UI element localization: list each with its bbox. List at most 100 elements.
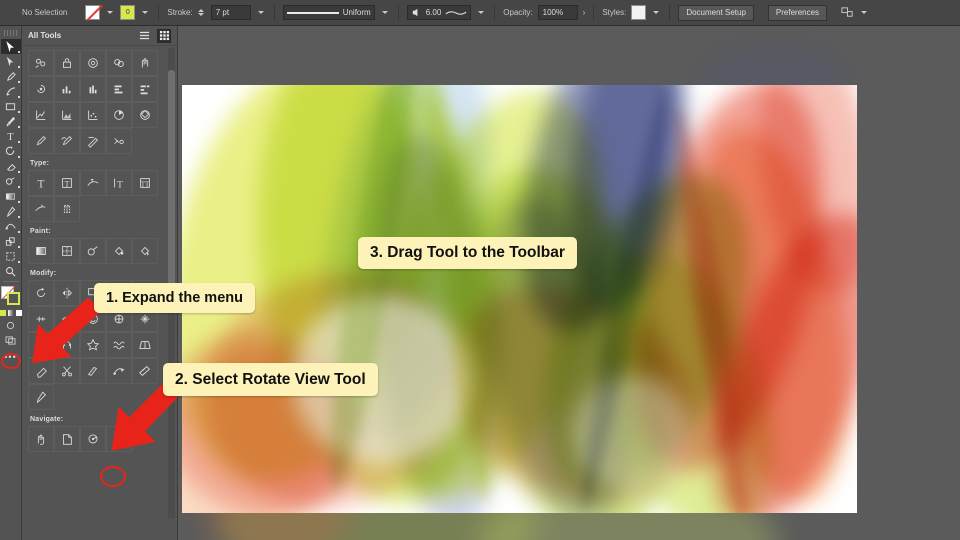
- join-tool[interactable]: [106, 128, 132, 154]
- stroke-weight-caret[interactable]: [257, 11, 264, 14]
- svg-text:T: T: [65, 206, 70, 214]
- stroke-profile-caret[interactable]: [381, 11, 388, 14]
- live-paint-selection-tool[interactable]: [132, 238, 158, 264]
- scrollbar-thumb[interactable]: [168, 70, 175, 300]
- selection-status: No Selection: [22, 8, 68, 17]
- opacity-label: Opacity:: [503, 8, 533, 17]
- preferences-button[interactable]: Preferences: [767, 4, 828, 21]
- stroke-swatch[interactable]: 0: [120, 5, 136, 20]
- zoom-tool[interactable]: [1, 264, 21, 279]
- graph-tool-2[interactable]: [54, 50, 80, 76]
- paintbrush-tool[interactable]: [1, 114, 21, 129]
- stacked-column-graph-tool[interactable]: [80, 76, 106, 102]
- graphic-style-swatch[interactable]: [631, 5, 647, 20]
- graph-tool-3[interactable]: [80, 50, 106, 76]
- all-tools-panel-header: All Tools: [22, 26, 177, 46]
- stroke-weight-field[interactable]: 7 pt: [210, 5, 251, 20]
- grid-view-icon[interactable]: [157, 28, 171, 43]
- gradient-button[interactable]: [7, 310, 14, 316]
- blend-tool[interactable]: [1, 219, 21, 234]
- fill-stroke-swatches[interactable]: [0, 286, 21, 306]
- graph-tool-1[interactable]: [28, 50, 54, 76]
- brush-size-label: 6.00: [425, 8, 442, 17]
- type-tool[interactable]: T: [1, 129, 21, 144]
- smooth-tool[interactable]: [54, 128, 80, 154]
- arrange-caret[interactable]: [861, 11, 868, 14]
- hand-tool[interactable]: [28, 426, 54, 452]
- mesh-tool[interactable]: [54, 238, 80, 264]
- type-on-path-tool[interactable]: [80, 170, 106, 196]
- direct-selection-tool[interactable]: [1, 54, 21, 69]
- bar-graph-tool[interactable]: [106, 76, 132, 102]
- arrange-documents-icon[interactable]: [841, 6, 854, 19]
- brush-definition-combo[interactable]: 6.00: [406, 5, 472, 20]
- rectangle-tool[interactable]: [1, 99, 21, 114]
- live-paint-bucket-tool[interactable]: [106, 238, 132, 264]
- normal-screen-mode-icon[interactable]: [1, 318, 21, 333]
- shape-builder-tool[interactable]: [80, 238, 106, 264]
- color-button[interactable]: [0, 310, 6, 316]
- symbol-sprayer-tool[interactable]: [1, 234, 21, 249]
- stroke-weight-stepper[interactable]: [197, 9, 204, 16]
- color-mode-buttons[interactable]: [0, 310, 22, 316]
- stacked-bar-graph-tool[interactable]: [132, 76, 158, 102]
- print-tiling-tool[interactable]: [54, 426, 80, 452]
- eyedropper-tool[interactable]: [1, 204, 21, 219]
- section-label-type: Type:: [30, 160, 50, 167]
- eyedropper-tool[interactable]: [28, 384, 54, 410]
- tool-group-graphs: [28, 50, 171, 154]
- tool-cell-empty: [132, 196, 158, 222]
- screen-mode-icon[interactable]: [1, 333, 21, 348]
- pie-graph-tool[interactable]: [106, 102, 132, 128]
- area-graph-tool[interactable]: [54, 102, 80, 128]
- touch-type-tool[interactable]: T: [54, 196, 80, 222]
- graph-tool-4[interactable]: [106, 50, 132, 76]
- stroke-profile-combo[interactable]: Uniform: [282, 5, 375, 20]
- fill-swatch[interactable]: [85, 5, 101, 20]
- perspective-grid-tool[interactable]: [132, 332, 158, 358]
- shape-builder-tool[interactable]: [1, 174, 21, 189]
- eraser-tool[interactable]: [1, 159, 21, 174]
- opacity-more[interactable]: ›: [583, 8, 586, 17]
- tool-group-paint: [28, 238, 171, 264]
- line-graph-tool[interactable]: [28, 102, 54, 128]
- pencil-tool[interactable]: [28, 128, 54, 154]
- type-tool[interactable]: T: [28, 170, 54, 196]
- document-setup-button[interactable]: Document Setup: [678, 4, 754, 21]
- stroke-dropdown-caret[interactable]: [142, 11, 149, 14]
- brush-caret[interactable]: [478, 11, 485, 14]
- gradient-tool[interactable]: [28, 238, 54, 264]
- radar-graph-tool[interactable]: [132, 102, 158, 128]
- artboard-tool[interactable]: [1, 249, 21, 264]
- selection-tool[interactable]: [0, 39, 21, 54]
- graph-tool-6[interactable]: [28, 76, 54, 102]
- vertical-type-tool[interactable]: T: [106, 170, 132, 196]
- vertical-type-on-path-tool[interactable]: [28, 196, 54, 222]
- opacity-field[interactable]: 100%: [537, 5, 578, 20]
- highlight-ring-rotate-view-tool: [100, 466, 126, 487]
- stroke-profile-label: Uniform: [342, 8, 371, 17]
- document-canvas[interactable]: [178, 26, 960, 540]
- scatter-graph-tool[interactable]: [80, 102, 106, 128]
- column-graph-tool[interactable]: [54, 76, 80, 102]
- list-view-icon[interactable]: [137, 29, 151, 43]
- toolbar-grip[interactable]: [3, 30, 18, 36]
- curvature-tool[interactable]: [1, 84, 21, 99]
- callout-step-2-text: 2. Select Rotate View Tool: [175, 370, 366, 388]
- stroke-color-swatch[interactable]: [6, 292, 20, 305]
- styles-caret[interactable]: [653, 11, 660, 14]
- callout-step-3-text: 3. Drag Tool to the Toolbar: [370, 244, 565, 261]
- area-type-tool[interactable]: T: [54, 170, 80, 196]
- svg-text:T: T: [7, 132, 13, 142]
- gradient-tool[interactable]: [1, 189, 21, 204]
- none-button[interactable]: [15, 310, 22, 316]
- rotate-tool[interactable]: [1, 144, 21, 159]
- illustrator-window: No Selection 0 Stroke: 7 pt Uniform 6.00: [0, 0, 960, 540]
- artboard[interactable]: [182, 85, 857, 513]
- pen-tool[interactable]: [1, 69, 21, 84]
- wrinkle-tool[interactable]: [106, 332, 132, 358]
- graph-tool-5[interactable]: [132, 50, 158, 76]
- fill-dropdown-caret[interactable]: [107, 11, 114, 14]
- path-eraser-tool[interactable]: [80, 128, 106, 154]
- vertical-area-type-tool[interactable]: TT: [132, 170, 158, 196]
